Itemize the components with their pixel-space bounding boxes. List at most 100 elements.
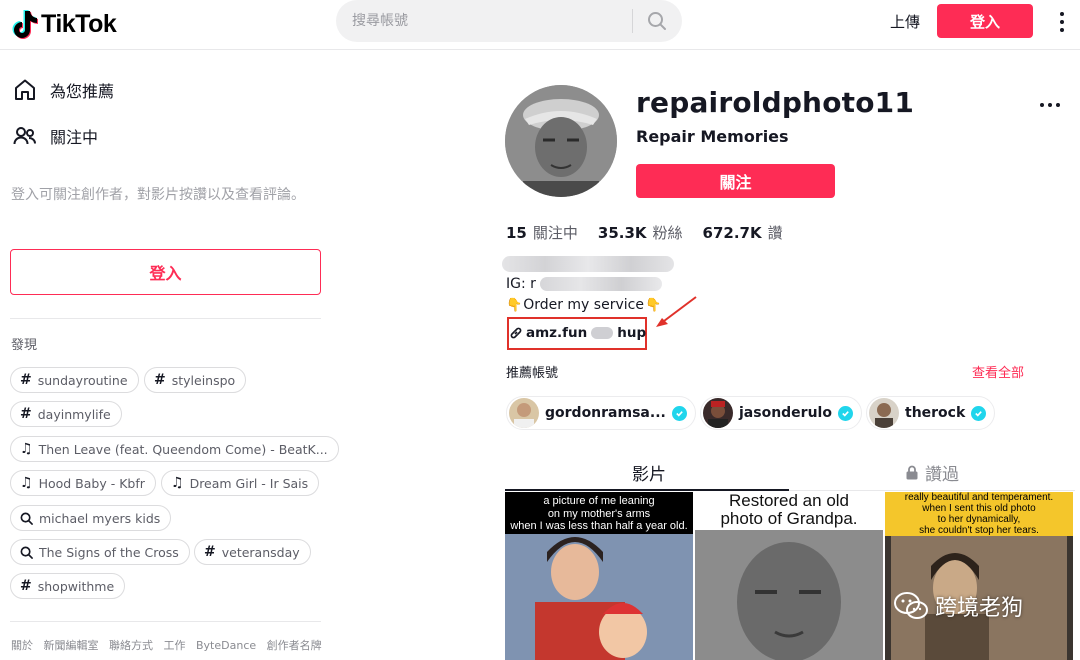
bio-service: 👇 Order my service 👇 <box>506 297 661 313</box>
nav-following[interactable]: 關注中 <box>12 123 98 149</box>
sidebar: 為您推薦 關注中 登入可關注創作者，對影片按讚以及查看評論。 登入 發現 # s… <box>0 51 339 660</box>
verified-badge-icon <box>837 405 853 421</box>
footer-links: 關於 新聞編輯室 聯絡方式 工作 ByteDance 創作者名牌 <box>11 637 329 653</box>
tag-label: Then Leave (feat. Queendom Come) - BeatK… <box>38 441 328 457</box>
annotation-arrow-icon <box>656 296 697 327</box>
users-icon <box>13 127 36 145</box>
lock-icon <box>906 465 918 480</box>
profile-username: repairoldphoto11 <box>636 86 915 119</box>
hashtag-icon: # <box>20 406 32 422</box>
tiktok-note-icon <box>12 10 38 39</box>
tab-liked-label: 讚過 <box>925 465 959 485</box>
video-thumbnail[interactable]: really beautiful and temperament. when I… <box>885 492 1073 660</box>
sidebar-login-button[interactable]: 登入 <box>10 249 321 295</box>
search-button[interactable] <box>640 8 674 34</box>
more-menu-icon[interactable] <box>1054 10 1070 34</box>
suggested-accounts-title: 推薦帳號 <box>506 366 559 381</box>
discover-tag[interactable]: # dayinmylife <box>10 401 122 427</box>
top-header: TikTok 上傳 登入 <box>0 0 1080 50</box>
discover-tag[interactable]: # sundayroutine <box>10 367 139 393</box>
wechat-watermark: 跨境老狗 <box>893 590 1023 622</box>
music-note-icon: ♫ <box>20 475 33 491</box>
avatar <box>869 398 899 428</box>
music-note-icon: ♫ <box>20 441 33 457</box>
tag-label: dayinmylife <box>37 406 111 422</box>
footer-link[interactable]: 關於 <box>11 639 33 652</box>
suggested-account[interactable]: therock <box>866 396 996 430</box>
bio-ig-label: IG: r <box>506 276 536 292</box>
hashtag-icon: # <box>154 372 166 388</box>
bio-instagram: IG: r <box>506 276 662 292</box>
search-input[interactable] <box>352 0 622 42</box>
tag-label: shopwithme <box>37 578 115 594</box>
bio-service-text: Order my service <box>523 297 644 313</box>
nav-for-you[interactable]: 為您推薦 <box>12 77 114 103</box>
upload-link[interactable]: 上傳 <box>890 11 920 32</box>
video-caption: Restored an old photo of Grandpa. <box>695 492 883 530</box>
brand-name: TikTok <box>41 9 117 38</box>
tag-label: Dream Girl - Ir Sais <box>189 475 309 491</box>
discover-tag[interactable]: ♫ Then Leave (feat. Queendom Come) - Bea… <box>10 436 339 462</box>
more-options-icon[interactable] <box>1040 103 1060 107</box>
video-caption: really beautiful and temperament. when I… <box>885 492 1073 536</box>
video-caption: a picture of me leaning on my mother's a… <box>505 492 693 534</box>
tiktok-logo[interactable]: TikTok <box>12 6 117 42</box>
footer-link[interactable]: 聯絡方式 <box>109 639 153 652</box>
tab-liked[interactable]: 讚過 <box>905 460 959 485</box>
blurred-link-part <box>591 327 614 339</box>
footer-link[interactable]: 工作 <box>164 639 186 652</box>
nav-for-you-label: 為您推薦 <box>50 82 115 101</box>
bio-link[interactable]: amz.fun hup <box>509 325 646 341</box>
blurred-bio-line <box>502 256 674 272</box>
discover-tag[interactable]: # veteransday <box>194 539 311 565</box>
search-bar <box>336 0 682 42</box>
divider <box>10 318 321 319</box>
tab-videos[interactable]: 影片 <box>632 460 666 485</box>
wechat-icon <box>894 592 928 619</box>
login-button[interactable]: 登入 <box>937 4 1033 38</box>
follow-button[interactable]: 關注 <box>636 164 835 198</box>
suggested-account[interactable]: gordonramsa... <box>506 396 696 430</box>
home-icon <box>15 79 35 100</box>
followers-count: 35.3K 粉絲 <box>597 224 683 242</box>
tag-label: Hood Baby - Kbfr <box>38 475 145 491</box>
verified-badge-icon <box>671 405 687 421</box>
discover-title: 發現 <box>11 338 38 353</box>
profile-avatar <box>505 85 617 197</box>
divider <box>10 621 321 622</box>
pointing-down-icon: 👇 <box>506 297 523 313</box>
active-tab-indicator <box>505 489 789 491</box>
login-hint: 登入可關注創作者，對影片按讚以及查看評論。 <box>11 187 305 203</box>
verified-badge-icon <box>971 405 987 421</box>
video-thumbnail[interactable]: a picture of me leaning on my mother's a… <box>505 492 693 660</box>
search-divider <box>632 9 633 33</box>
link-icon <box>510 327 522 339</box>
watermark-text: 跨境老狗 <box>935 596 1024 621</box>
suggested-account-name: gordonramsa... <box>545 405 666 421</box>
tag-label: veteransday <box>221 544 300 560</box>
tag-label: sundayroutine <box>37 372 128 388</box>
search-icon <box>20 546 33 559</box>
discover-tag[interactable]: # styleinspo <box>144 367 247 393</box>
footer-link[interactable]: ByteDance <box>196 639 256 652</box>
suggested-account-name: jasonderulo <box>739 405 832 421</box>
footer-link[interactable]: 新聞編輯室 <box>44 639 99 652</box>
footer-link[interactable]: 創作者名牌 <box>267 639 322 652</box>
discover-tag[interactable]: ♫ Hood Baby - Kbfr <box>10 470 156 496</box>
discover-tag[interactable]: # shopwithme <box>10 573 126 599</box>
suggested-account[interactable]: jasonderulo <box>700 396 862 430</box>
tag-label: michael myers kids <box>39 510 161 526</box>
music-note-icon: ♫ <box>171 475 184 491</box>
suggested-account-name: therock <box>905 405 966 421</box>
see-all-link[interactable]: 查看全部 <box>972 362 1024 381</box>
avatar <box>703 398 733 428</box>
discover-tag[interactable]: ♫ Dream Girl - Ir Sais <box>161 470 320 496</box>
search-icon <box>20 512 33 525</box>
hashtag-icon: # <box>204 544 216 560</box>
discover-tag[interactable]: The Signs of the Cross <box>10 539 190 565</box>
discover-tag[interactable]: michael myers kids <box>10 505 172 531</box>
profile-nickname: Repair Memories <box>636 127 789 146</box>
tag-label: styleinspo <box>171 372 236 388</box>
link-text-suffix: hup <box>617 325 647 341</box>
video-thumbnail[interactable]: Restored an old photo of Grandpa. <box>695 492 883 660</box>
